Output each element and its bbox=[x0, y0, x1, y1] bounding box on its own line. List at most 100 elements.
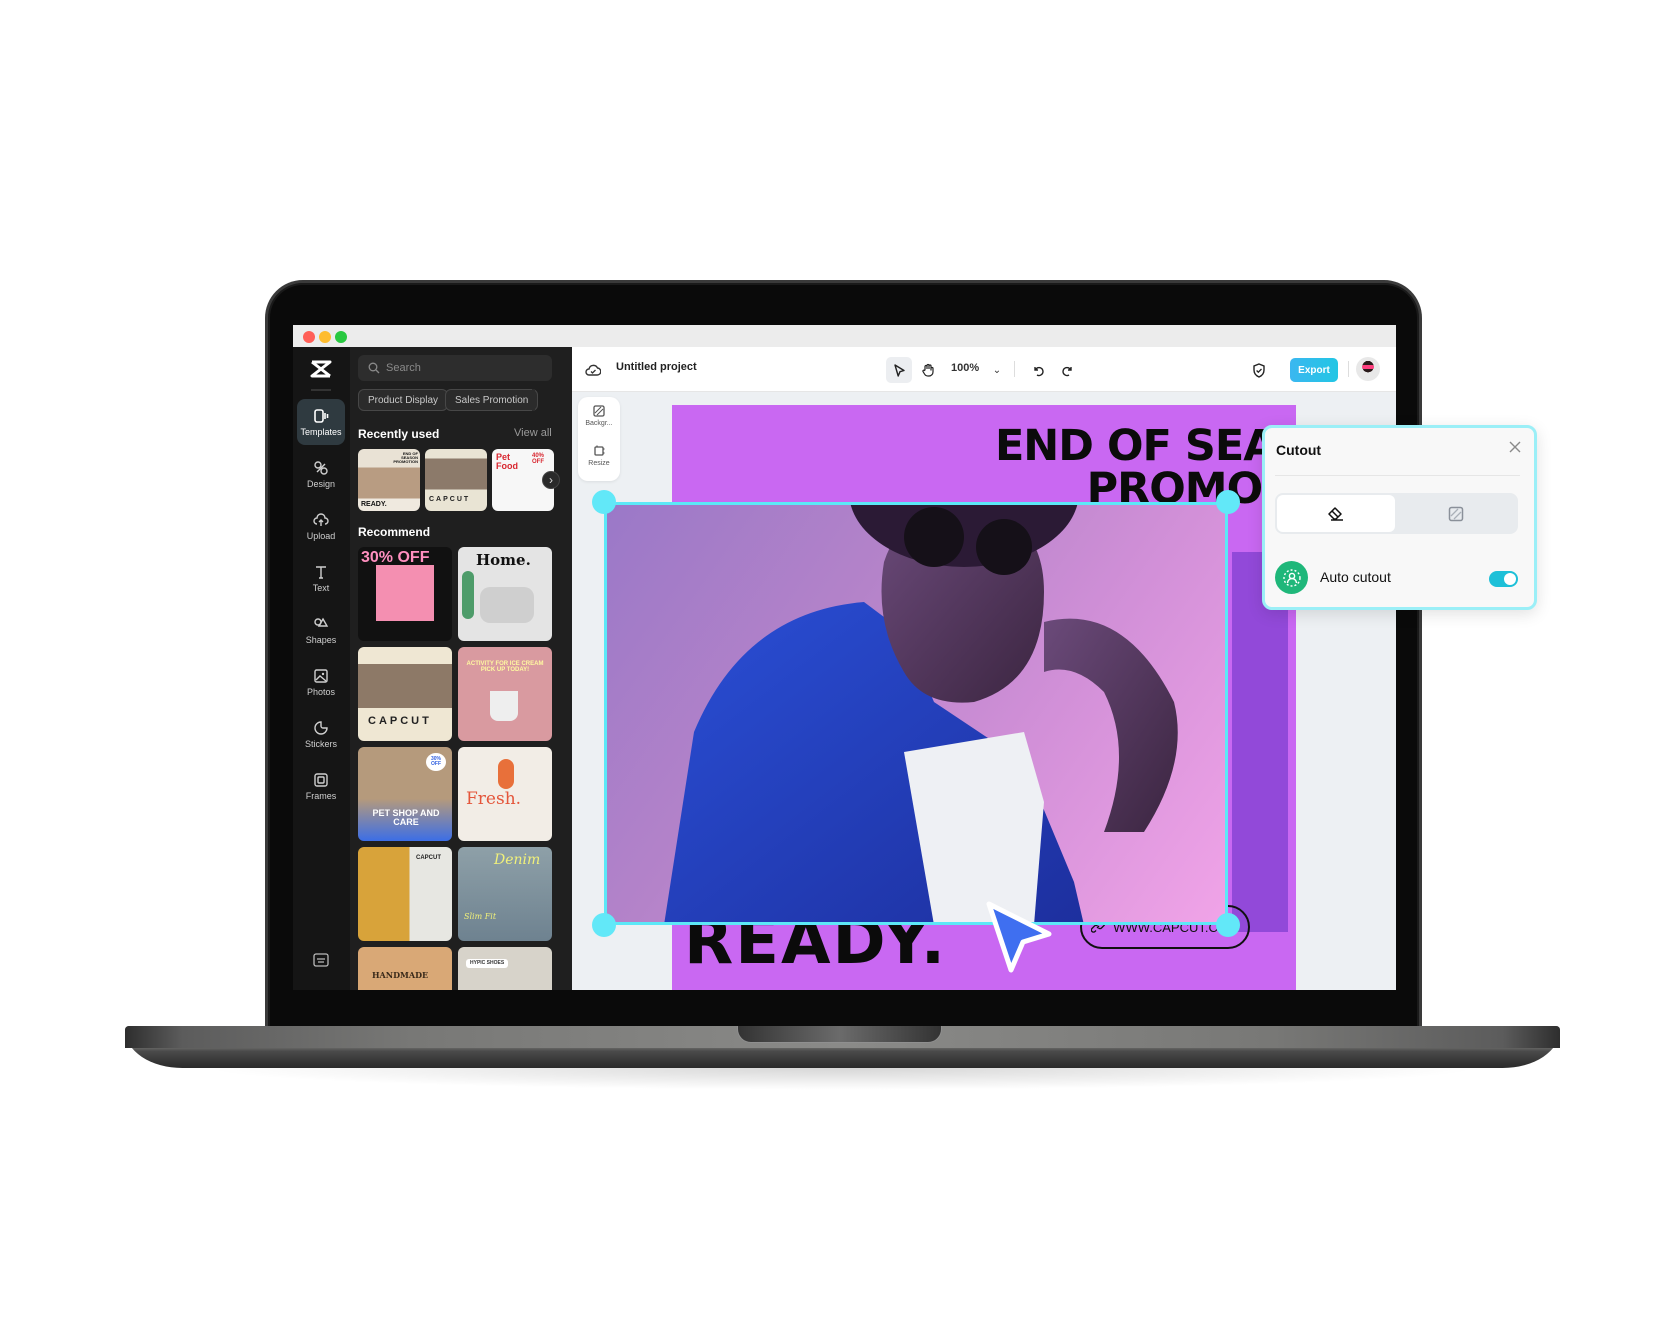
resize-handle-bottom-right[interactable] bbox=[1216, 913, 1240, 937]
redo-button[interactable] bbox=[1056, 359, 1078, 381]
template-image bbox=[376, 565, 434, 621]
template-title: Pet Food bbox=[496, 452, 518, 471]
resize-handle-top-left[interactable] bbox=[592, 490, 616, 514]
sidebar-item-stickers[interactable]: Stickers bbox=[297, 711, 345, 757]
canvas-side-tools: Backgr... Resize bbox=[578, 397, 620, 481]
background-tool[interactable]: Backgr... bbox=[578, 405, 620, 427]
resize-handle-bottom-left[interactable] bbox=[592, 913, 616, 937]
template-title: HANDMADE bbox=[372, 970, 429, 980]
hand-tool-button[interactable] bbox=[917, 359, 939, 381]
view-all-link[interactable]: View all bbox=[514, 427, 552, 439]
recommend-template-8[interactable]: Denim Slim Fit bbox=[458, 847, 552, 941]
sidebar-rail: Templates Design Upload Text Shapes Phot… bbox=[293, 347, 350, 990]
carousel-next-button[interactable]: › bbox=[542, 471, 560, 489]
maximize-window-button[interactable] bbox=[335, 331, 347, 343]
templates-panel: Search Product Display Sales Promotion R… bbox=[350, 347, 572, 990]
auto-cutout-label: Auto cutout bbox=[1320, 569, 1391, 585]
background-icon bbox=[593, 405, 605, 417]
recommend-template-2[interactable]: Home. bbox=[458, 547, 552, 641]
rail-divider bbox=[311, 389, 331, 391]
shapes-icon bbox=[314, 617, 329, 627]
sidebar-item-label: Photos bbox=[306, 686, 336, 697]
keyboard-shortcuts-button[interactable] bbox=[313, 953, 329, 967]
sidebar-item-label: Frames bbox=[305, 790, 337, 801]
close-cutout-button[interactable] bbox=[1508, 438, 1522, 459]
template-image bbox=[490, 691, 518, 721]
capcut-logo[interactable] bbox=[307, 359, 335, 381]
sidebar-item-label: Stickers bbox=[304, 738, 337, 749]
chevron-right-icon: › bbox=[549, 473, 553, 487]
tab-background-remove[interactable] bbox=[1397, 495, 1515, 532]
design-icon bbox=[314, 460, 328, 475]
cutout-title: Cutout bbox=[1276, 442, 1322, 458]
template-title: CAPCUT bbox=[429, 496, 471, 503]
sidebar-item-templates[interactable]: Templates bbox=[297, 399, 345, 445]
sidebar-item-label: Upload bbox=[306, 530, 336, 541]
security-button[interactable] bbox=[1248, 359, 1270, 381]
app-window: Templates Design Upload Text Shapes Phot… bbox=[293, 325, 1396, 990]
shield-check-icon bbox=[1253, 362, 1265, 378]
close-icon bbox=[1509, 441, 1521, 453]
hand-icon bbox=[922, 363, 934, 377]
background-remove-icon bbox=[1448, 506, 1464, 521]
template-title: END OF SEASON PROMOTION bbox=[393, 451, 418, 464]
chip-sales-promotion[interactable]: Sales Promotion bbox=[445, 389, 539, 411]
tab-eraser[interactable] bbox=[1277, 495, 1395, 532]
undo-button[interactable] bbox=[1027, 359, 1049, 381]
recommend-template-5[interactable]: PET SHOP AND CARE 30% OFF bbox=[358, 747, 452, 841]
tool-label: Backgr... bbox=[585, 420, 613, 427]
recommend-template-4[interactable]: ACTIVITY FOR ICE CREAM PICK UP TODAY! bbox=[458, 647, 552, 741]
auto-cutout-toggle[interactable] bbox=[1489, 571, 1518, 587]
pointer-icon bbox=[894, 363, 905, 377]
recent-template-2[interactable]: CAPCUT bbox=[425, 449, 487, 511]
template-badge: 30% OFF bbox=[426, 753, 446, 771]
recommend-template-1[interactable]: 30% OFF bbox=[358, 547, 452, 641]
photos-icon bbox=[314, 668, 328, 683]
select-tool-button[interactable] bbox=[886, 357, 912, 383]
sidebar-item-label: Templates bbox=[300, 426, 342, 437]
recommend-template-9[interactable]: HANDMADE bbox=[358, 947, 452, 990]
sidebar-item-design[interactable]: Design bbox=[297, 451, 345, 497]
project-title[interactable]: Untitled project bbox=[616, 361, 697, 373]
resize-tool[interactable]: Resize bbox=[578, 445, 620, 467]
sidebar-item-photos[interactable]: Photos bbox=[297, 659, 345, 705]
minimize-window-button[interactable] bbox=[319, 331, 331, 343]
keyboard-icon bbox=[313, 953, 329, 967]
recommend-template-10[interactable]: HYPIC SHOES bbox=[458, 947, 552, 990]
recommend-template-7[interactable]: CAPCUT bbox=[358, 847, 452, 941]
search-input[interactable]: Search bbox=[358, 355, 552, 381]
template-title: Fresh. bbox=[466, 789, 522, 809]
sidebar-item-label: Shapes bbox=[305, 634, 337, 645]
sidebar-item-label: Design bbox=[306, 478, 335, 489]
template-title: CAPCUT bbox=[416, 855, 441, 861]
selection-box[interactable] bbox=[604, 502, 1228, 925]
user-avatar[interactable] bbox=[1356, 357, 1380, 381]
template-caption: READY. bbox=[361, 501, 387, 508]
sidebar-item-shapes[interactable]: Shapes bbox=[297, 607, 345, 653]
cloud-check-icon bbox=[585, 364, 601, 376]
recommend-template-6[interactable]: Fresh. bbox=[458, 747, 552, 841]
sidebar-item-frames[interactable]: Frames bbox=[297, 763, 345, 809]
zoom-level[interactable]: 100% bbox=[951, 362, 979, 374]
recommend-template-3[interactable]: CAPCUT bbox=[358, 647, 452, 741]
chip-product-display[interactable]: Product Display bbox=[358, 389, 449, 411]
template-image bbox=[480, 587, 534, 623]
stickers-icon bbox=[314, 720, 328, 735]
zoom-dropdown-button[interactable]: ⌄ bbox=[986, 359, 1008, 381]
export-button[interactable]: Export bbox=[1290, 358, 1338, 382]
upload-icon bbox=[313, 512, 329, 526]
close-window-button[interactable] bbox=[303, 331, 315, 343]
cloud-save-button[interactable] bbox=[582, 359, 604, 381]
sidebar-item-text[interactable]: Text bbox=[297, 555, 345, 601]
recent-template-1[interactable]: END OF SEASON PROMOTION READY. bbox=[358, 449, 420, 511]
avatar-detail bbox=[1362, 365, 1374, 369]
sidebar-item-upload[interactable]: Upload bbox=[297, 503, 345, 549]
headline-text[interactable]: END OF SEASON PROMOTION bbox=[995, 425, 1296, 511]
toolbar-divider bbox=[1348, 361, 1349, 377]
frames-icon bbox=[314, 772, 328, 787]
resize-handle-top-right[interactable] bbox=[1216, 490, 1240, 514]
templates-icon bbox=[314, 408, 329, 423]
toolbar-divider bbox=[1014, 361, 1015, 377]
chip-overflow bbox=[532, 389, 535, 411]
laptop-shadow bbox=[200, 1068, 1485, 1090]
